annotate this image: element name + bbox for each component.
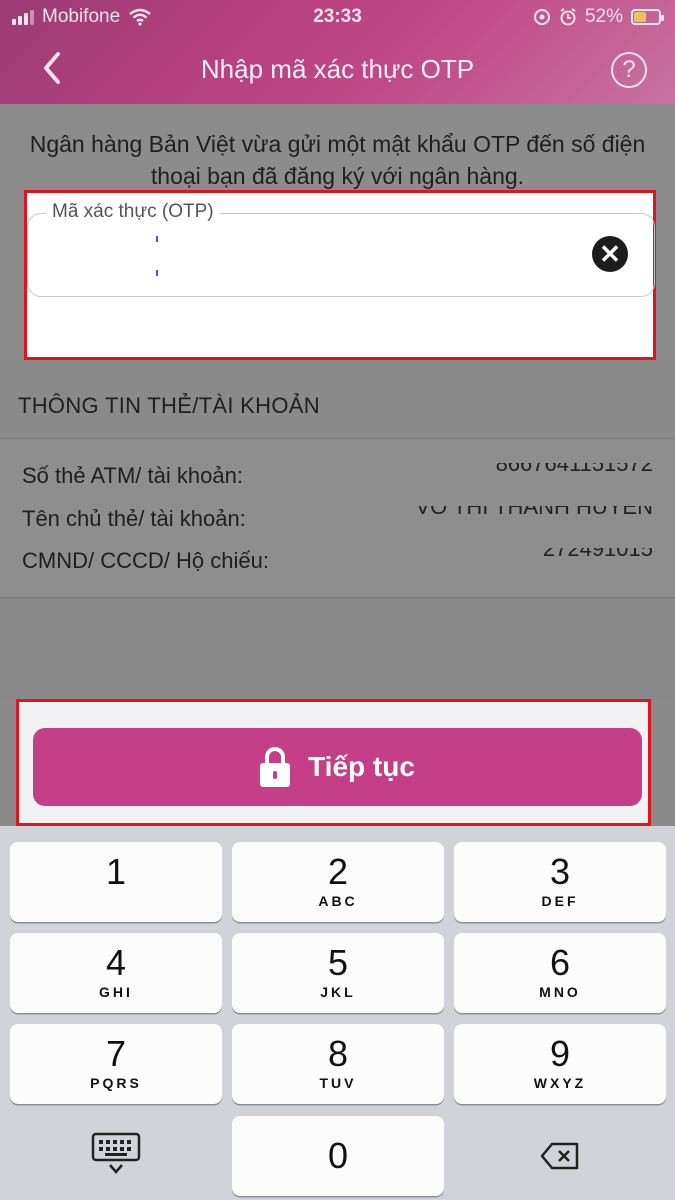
holder-name-label: Tên chủ thẻ/ tài khoản:	[22, 506, 246, 531]
keyboard-dismiss-icon	[91, 1132, 141, 1174]
key-5[interactable]: 5 JKL	[232, 933, 444, 1013]
key-letters: TUV	[319, 1075, 357, 1091]
key-number: 7	[105, 1033, 127, 1074]
key-letters: JKL	[320, 984, 356, 1000]
key-letters: MNO	[539, 984, 581, 1000]
app-header: Mobifone 23:33 52% Nhập mã xác thực OTP …	[0, 0, 675, 104]
key-0[interactable]: 0	[232, 1116, 444, 1196]
battery-percent: 52%	[584, 6, 623, 27]
key-number: 2	[327, 851, 349, 892]
numeric-keypad: 1 2 ABC 3 DEF 4 GHI 5 JKL 6 MNO 7 PQRS 8 TUV 9W…	[0, 826, 675, 1200]
account-row: CMND/ CCCD/ Hộ chiếu: 272491015	[22, 548, 653, 578]
key-3[interactable]: 3 DEF	[454, 842, 666, 922]
key-number: 1	[105, 851, 127, 892]
otp-info-message: Ngân hàng Bản Việt vừa gửi một mật khẩu …	[29, 131, 646, 189]
help-icon[interactable]: ?	[611, 52, 647, 88]
account-row: Tên chủ thẻ/ tài khoản: VO THI THANH HUY…	[22, 506, 653, 536]
key-6[interactable]: 6 MNO	[454, 933, 666, 1013]
continue-button-label: Tiếp tục	[308, 751, 415, 782]
key-number: 5	[327, 942, 349, 983]
key-letters: DEF	[541, 893, 579, 909]
key-4[interactable]: 4 GHI	[10, 933, 222, 1013]
lock-icon	[260, 747, 291, 787]
keyboard-dismiss-button[interactable]	[10, 1116, 222, 1196]
key-number: 8	[327, 1033, 349, 1074]
holder-name-value: VO THI THANH HUYEN	[415, 506, 653, 519]
key-letters: ABC	[318, 893, 358, 909]
alarm-icon	[560, 8, 576, 26]
account-info-card: Số thẻ ATM/ tài khoản: 8667641151572 Tên…	[0, 438, 675, 598]
status-bar: Mobifone 23:33 52%	[0, 0, 675, 36]
text-cursor	[156, 236, 158, 276]
continue-highlight-box: Tiếp tục	[16, 699, 651, 826]
key-number: 9	[549, 1033, 571, 1074]
account-number-value: 8667641151572	[495, 463, 653, 476]
key-number: 4	[105, 942, 127, 983]
key-1[interactable]: 1	[10, 842, 222, 922]
orientation-lock-icon	[533, 9, 550, 25]
account-section-title: THÔNG TIN THẺ/TÀI KHOẢN	[18, 393, 320, 418]
id-number-label: CMND/ CCCD/ Hộ chiếu:	[22, 548, 269, 573]
otp-highlight-box: Mã xác thực (OTP) ✕	[24, 190, 656, 360]
account-row: Số thẻ ATM/ tài khoản: 8667641151572	[22, 463, 653, 493]
clear-input-icon[interactable]: ✕	[592, 236, 628, 272]
key-number: 6	[549, 942, 571, 983]
key-letters: GHI	[99, 984, 133, 1000]
key-7[interactable]: 7 PQRS	[10, 1024, 222, 1104]
key-9[interactable]: 9 WXYZ	[454, 1024, 666, 1104]
backspace-button[interactable]	[454, 1116, 666, 1196]
key-8[interactable]: 8 TUV	[232, 1024, 444, 1104]
key-number: 3	[549, 851, 571, 892]
otp-input-label: Mã xác thực (OTP)	[46, 201, 220, 223]
backspace-icon	[540, 1142, 579, 1170]
key-letters: WXYZ	[533, 1075, 587, 1091]
id-number-value: 272491015	[542, 548, 653, 561]
otp-input[interactable]: Mã xác thực (OTP) ✕	[27, 201, 655, 297]
key-number: 0	[327, 1135, 349, 1176]
spacer	[0, 598, 675, 698]
account-number-label: Số thẻ ATM/ tài khoản:	[22, 463, 243, 488]
key-letters: PQRS	[90, 1075, 142, 1091]
continue-button[interactable]: Tiếp tục	[33, 728, 642, 806]
page-title: Nhập mã xác thực OTP	[200, 54, 475, 84]
battery-level	[634, 12, 647, 22]
key-2[interactable]: 2 ABC	[232, 842, 444, 922]
battery-icon	[631, 9, 664, 25]
